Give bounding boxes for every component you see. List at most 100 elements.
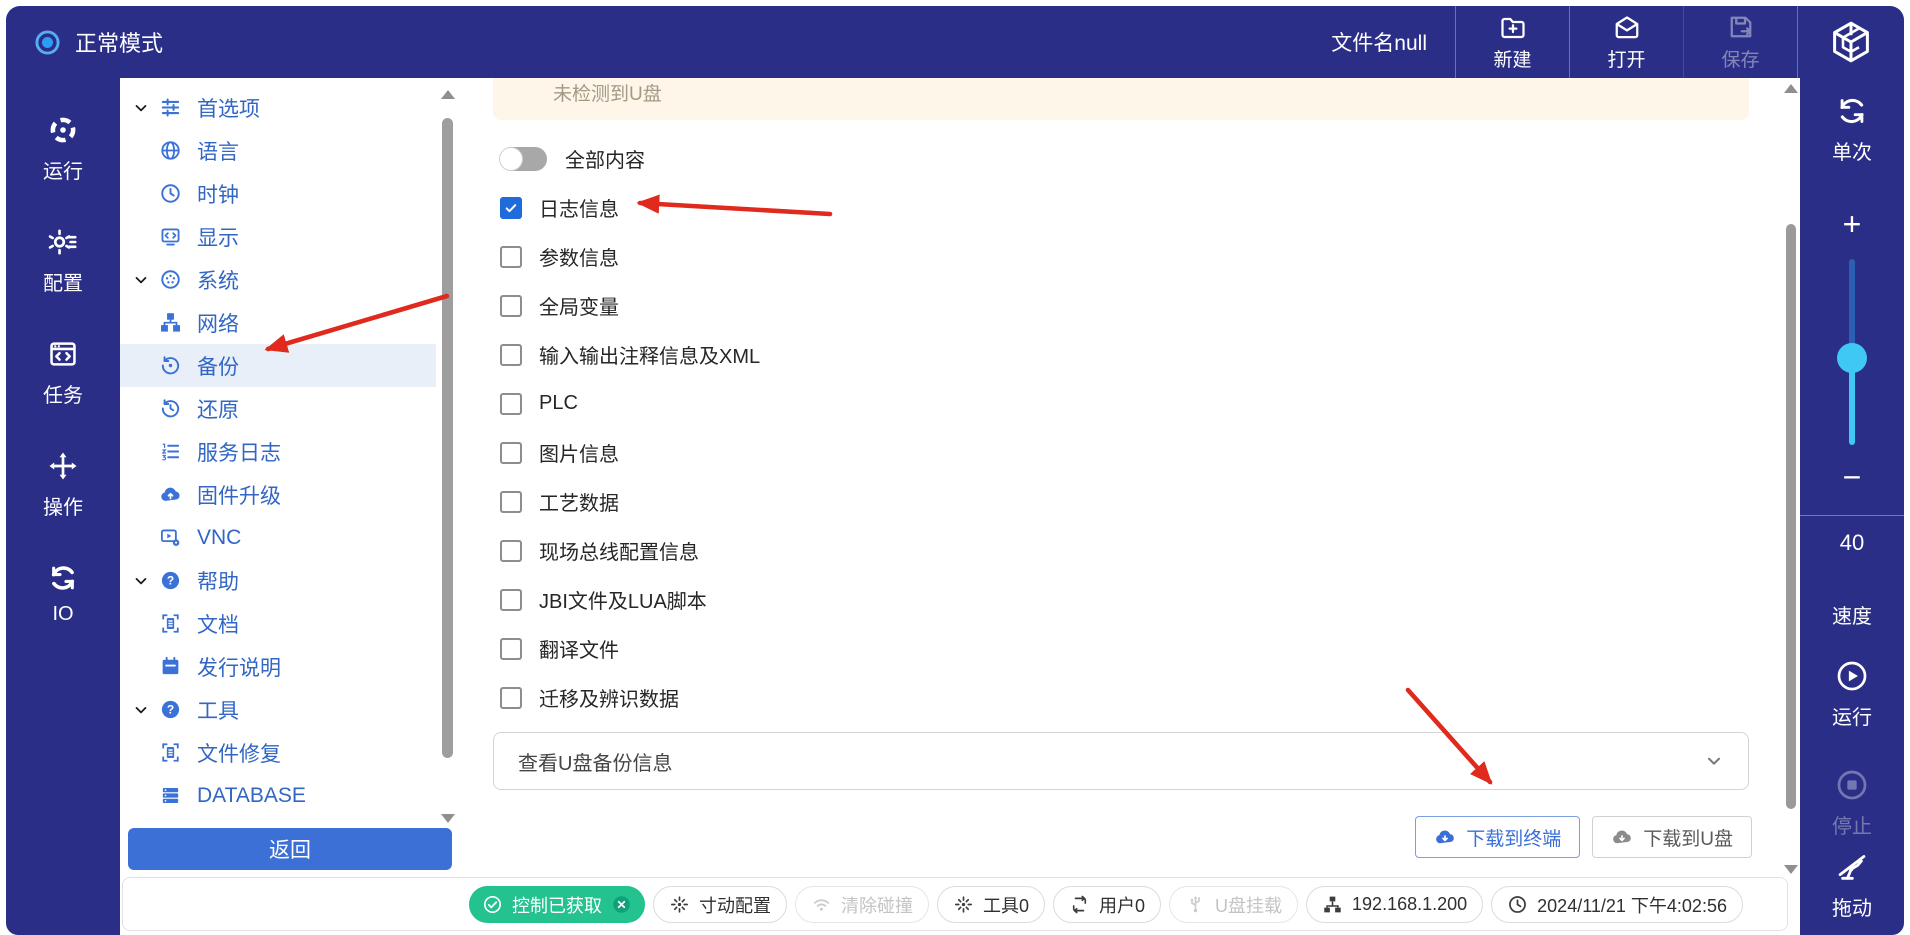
scroll-up-arrow[interactable] xyxy=(441,90,455,99)
checkbox-row-fieldbus-config: 现场总线配置信息 xyxy=(500,526,1782,575)
status-pill-control-acquired[interactable]: 控制已获取 xyxy=(469,886,645,923)
clock-icon xyxy=(159,182,182,205)
checkbox-global-vars[interactable] xyxy=(500,295,522,317)
menu-item-label: 备份 xyxy=(197,351,239,381)
content-scrollbar-thumb[interactable] xyxy=(1786,224,1796,809)
menu-item-preferences[interactable]: 首选项 xyxy=(120,86,436,129)
menu-item-service-log[interactable]: 服务日志 xyxy=(120,430,436,473)
download-to-terminal-button[interactable]: 下载到终端 xyxy=(1415,816,1580,858)
toggle-label: 全部内容 xyxy=(565,144,645,173)
run-button[interactable]: 运行 xyxy=(1832,659,1872,730)
menu-item-clock[interactable]: 时钟 xyxy=(120,172,436,215)
rotate-square-icon xyxy=(1069,894,1090,915)
gear-list-icon xyxy=(47,226,79,258)
app-window: 正常模式 文件名null 新建打开保存 运行配置任务操作IO 首选项语言时钟显示… xyxy=(0,0,1910,935)
checkbox-translation-files[interactable] xyxy=(500,638,522,660)
cycle-once-icon xyxy=(1835,94,1869,128)
save-floppy-icon xyxy=(1726,12,1756,42)
checkbox-image-info[interactable] xyxy=(500,442,522,464)
menu-item-restore[interactable]: 还原 xyxy=(120,387,436,430)
sidebar-item-io[interactable]: IO xyxy=(47,562,79,626)
checkbox-label: PLC xyxy=(539,392,578,415)
content-scrollbar[interactable] xyxy=(1783,84,1799,874)
status-pill-clear-collision[interactable]: 清除碰撞 xyxy=(795,886,929,923)
single-cycle-button[interactable]: 单次 xyxy=(1832,94,1872,165)
menu-item-database[interactable]: DATABASE xyxy=(120,774,436,817)
checkbox-migration-data[interactable] xyxy=(500,687,522,709)
usb-warning-alert: 未检测到U盘 xyxy=(493,78,1749,120)
slider-thumb[interactable] xyxy=(1837,343,1867,373)
mode-radio-icon xyxy=(34,29,61,56)
menu-item-network[interactable]: 网络 xyxy=(120,301,436,344)
menu-item-system[interactable]: 系统 xyxy=(120,258,436,301)
menu-item-label: 网络 xyxy=(197,308,239,338)
stop-button[interactable]: 停止 xyxy=(1832,768,1872,839)
checkbox-row-plc: PLC xyxy=(500,379,1782,428)
status-pill-datetime[interactable]: 2024/11/21 下午4:02:56 xyxy=(1491,886,1743,923)
sidebar-item-operate[interactable]: 操作 xyxy=(43,450,83,520)
open-button[interactable]: 打开 xyxy=(1569,6,1683,78)
status-pill-user0[interactable]: 用户0 xyxy=(1053,886,1161,923)
checkbox-label: JBI文件及LUA脚本 xyxy=(539,585,707,614)
menu-item-file-repair[interactable]: 文件修复 xyxy=(120,731,436,774)
checkbox-param-info[interactable] xyxy=(500,246,522,268)
lan-nodes-icon xyxy=(1322,894,1343,915)
menu-item-tools[interactable]: ?工具 xyxy=(120,688,436,731)
chevron-down-icon xyxy=(132,701,150,719)
checkbox-fieldbus-config[interactable] xyxy=(500,540,522,562)
back-button[interactable]: 返回 xyxy=(128,828,452,870)
menu-item-label: 文件修复 xyxy=(197,738,281,768)
menu-item-help[interactable]: ?帮助 xyxy=(120,559,436,602)
checkbox-process-data[interactable] xyxy=(500,491,522,513)
all-content-switch[interactable] xyxy=(500,147,547,171)
menu-item-firmware-upgrade[interactable]: 固件升级 xyxy=(120,473,436,516)
checkbox-label: 迁移及辨识数据 xyxy=(539,683,679,712)
calendar-icon xyxy=(159,655,182,678)
menu-item-vnc[interactable]: VNC xyxy=(120,516,436,559)
checkbox-label: 全局变量 xyxy=(539,291,619,320)
drag-button[interactable]: 拖动 xyxy=(1832,850,1872,921)
checkbox-row-migration-data: 迁移及辨识数据 xyxy=(500,673,1782,722)
status-pill-ip-address[interactable]: 192.168.1.200 xyxy=(1306,886,1483,923)
clock-icon xyxy=(1507,894,1528,915)
menu-item-language[interactable]: 语言 xyxy=(120,129,436,172)
checkbox-label: 现场总线配置信息 xyxy=(539,536,699,565)
mode-indicator[interactable]: 正常模式 xyxy=(6,26,163,58)
scroll-down-arrow[interactable] xyxy=(1784,865,1798,874)
status-pill-usb-mount[interactable]: U盘挂载 xyxy=(1169,886,1298,923)
status-pill-label: 2024/11/21 下午4:02:56 xyxy=(1537,892,1727,918)
wifi-icon xyxy=(811,894,832,915)
checkbox-plc[interactable] xyxy=(500,393,522,415)
menu-item-backup[interactable]: 备份 xyxy=(120,344,436,387)
checkbox-jbi-lua[interactable] xyxy=(500,589,522,611)
filename-label: 文件名null xyxy=(1331,27,1427,57)
open-mail-icon xyxy=(1612,12,1642,42)
menu-item-docs[interactable]: 文档 xyxy=(120,602,436,645)
status-pill-label: 工具0 xyxy=(983,892,1029,918)
menu-item-release-notes[interactable]: 发行说明 xyxy=(120,645,436,688)
scroll-down-arrow[interactable] xyxy=(441,814,455,823)
scroll-up-arrow[interactable] xyxy=(1784,84,1798,93)
menu-item-display[interactable]: 显示 xyxy=(120,215,436,258)
sidebar-item-run[interactable]: 运行 xyxy=(43,114,83,184)
chevron-down-icon xyxy=(132,572,150,590)
menu-scrollbar-thumb[interactable] xyxy=(442,118,453,758)
usb-backup-select[interactable]: 查看U盘备份信息 xyxy=(493,732,1749,790)
app-logo xyxy=(1797,6,1904,78)
speed-slider[interactable] xyxy=(1849,259,1855,445)
menu-scrollbar[interactable] xyxy=(441,90,455,823)
status-pill-tool0[interactable]: 工具0 xyxy=(937,886,1045,923)
speed-decrease-button[interactable]: − xyxy=(1843,465,1862,489)
checkbox-label: 翻译文件 xyxy=(539,634,619,663)
checkbox-log-info[interactable] xyxy=(500,197,522,219)
sidebar-item-config[interactable]: 配置 xyxy=(43,226,83,296)
save-button: 保存 xyxy=(1683,6,1797,78)
download-to-usb-button[interactable]: 下载到U盘 xyxy=(1592,816,1752,858)
menu-item-label: 固件升级 xyxy=(197,480,281,510)
sidebar-item-task[interactable]: 任务 xyxy=(43,338,83,408)
chevron-down-icon xyxy=(132,271,150,289)
speed-increase-button[interactable]: + xyxy=(1843,209,1862,239)
checkbox-io-comment-xml[interactable] xyxy=(500,344,522,366)
status-pill-jog-config[interactable]: 寸动配置 xyxy=(653,886,787,923)
new-button[interactable]: 新建 xyxy=(1455,6,1569,78)
